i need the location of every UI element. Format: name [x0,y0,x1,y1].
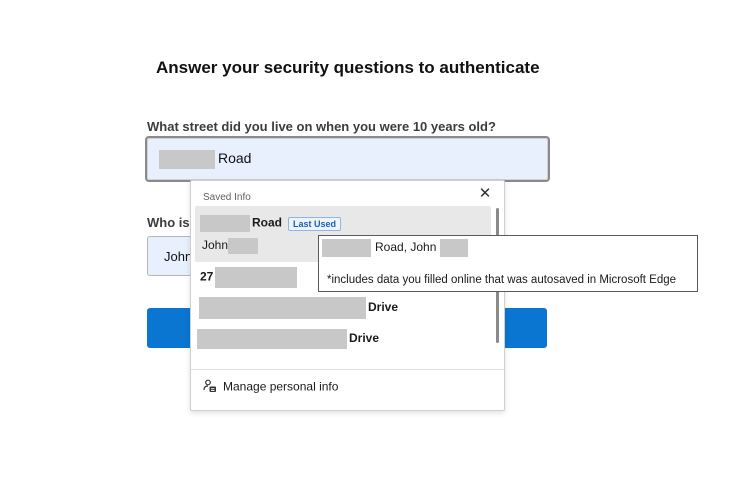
question-label-1: What street did you live on when you wer… [147,119,496,134]
item-row: Drive [199,297,398,319]
manage-label: Manage personal info [223,379,339,394]
person-card-icon [203,379,219,396]
tooltip-line-1: Road, John [322,239,469,257]
dropdown-divider [191,369,504,370]
close-icon[interactable]: ✕ [477,186,493,202]
security-answer-input-1[interactable]: Road [145,136,550,182]
dropdown-title: Saved Info [203,192,251,203]
redacted-block [228,238,259,254]
autofill-item[interactable]: Drive [195,297,491,323]
question-label-2: Who is [147,215,190,230]
item-row: 27 [200,267,298,288]
item-text: Road [252,215,282,230]
redacted-block [322,239,371,257]
item-text: John [202,238,229,253]
tooltip-text: Road, John [375,240,437,255]
tooltip-line-2: *includes data you filled online that wa… [327,274,677,286]
redacted-block [199,297,366,319]
redacted-block [197,329,347,349]
autofill-dropdown: Saved Info ✕ Road Last Used John 27 Drive… [190,180,505,411]
redacted-block [200,215,250,232]
item-text: Drive [368,300,399,315]
redacted-block [440,239,469,257]
item-line-2: John [202,238,259,254]
last-used-badge: Last Used [288,216,342,231]
answer-suffix: Road [218,150,252,167]
page-heading: Answer your security questions to authen… [156,58,540,77]
redacted-block [159,150,215,169]
item-text: Drive [349,331,380,346]
answer-value-1: Road [159,150,251,169]
autofill-item[interactable]: Drive [195,329,491,355]
item-row: Drive [197,329,379,349]
redacted-block [215,267,298,288]
manage-personal-info-link[interactable]: Manage personal info [203,379,338,401]
answer-value-2: John [164,249,193,264]
autofill-tooltip: Road, John *includes data you filled onl… [318,235,698,292]
item-line-1: Road Last Used [200,215,342,232]
item-text: 27 [200,269,214,284]
